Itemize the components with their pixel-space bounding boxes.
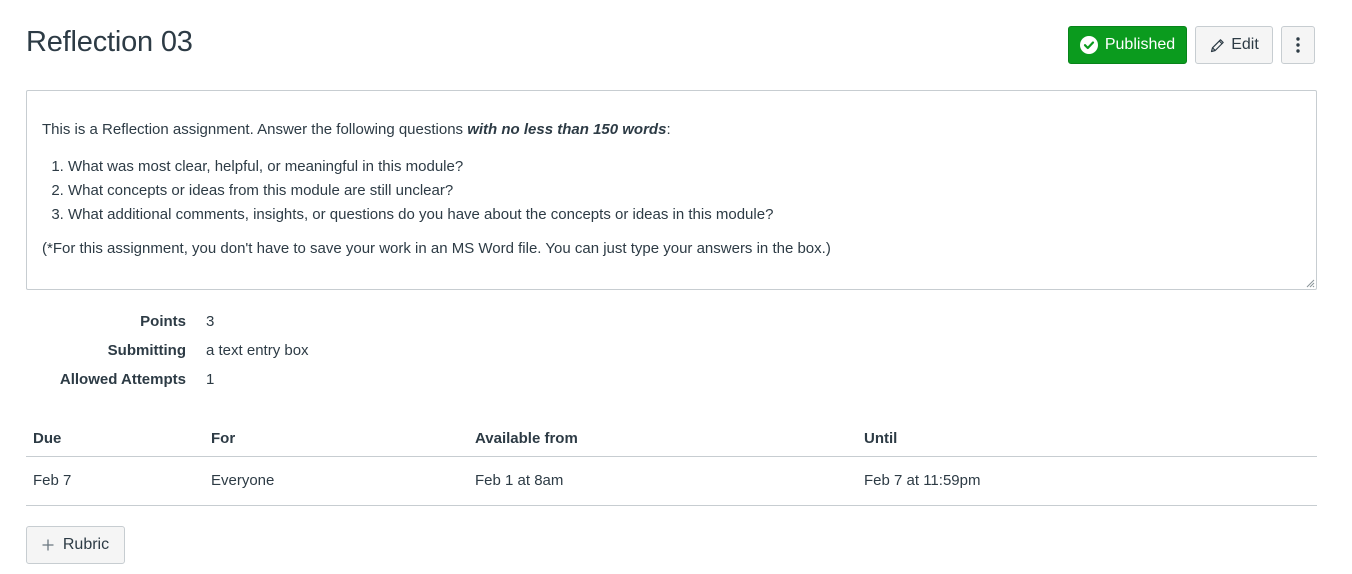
cell-available-from: Feb 1 at 8am (475, 472, 564, 489)
edit-button[interactable]: Edit (1195, 26, 1273, 64)
header-available-from: Available from (475, 430, 578, 447)
table-row: Feb 7 Everyone Feb 1 at 8am Feb 7 at 11:… (26, 457, 1317, 506)
assignment-description: This is a Reflection assignment. Answer … (26, 90, 1317, 290)
list-item: What was most clear, helpful, or meaning… (68, 155, 1301, 179)
detail-label: Submitting (107, 342, 186, 359)
detail-label: Allowed Attempts (59, 371, 186, 388)
header-due: Due (33, 430, 62, 447)
check-circle-icon (1079, 36, 1098, 54)
edit-label: Edit (1231, 36, 1259, 53)
intro-end: : (666, 121, 671, 138)
header-until: Until (864, 430, 898, 447)
intro-emphasis: with no less than 150 words (467, 121, 667, 138)
kebab-vertical-icon (1296, 37, 1300, 53)
description-note: (*For this assignment, you don't have to… (42, 240, 831, 257)
plus-icon (42, 539, 54, 551)
published-label: Published (1104, 36, 1176, 53)
detail-value: 3 (206, 313, 215, 330)
resize-handle-icon[interactable] (1305, 278, 1315, 288)
add-rubric-button[interactable]: Rubric (26, 526, 125, 564)
page-title: Reflection 03 (26, 26, 193, 58)
cell-due: Feb 7 (33, 472, 72, 489)
description-intro: This is a Reflection assignment. Answer … (42, 120, 1301, 140)
published-button[interactable]: Published (1068, 26, 1187, 64)
table-header: Due For Available from Until (26, 420, 1317, 457)
pencil-icon (1211, 38, 1225, 52)
detail-value: 1 (206, 371, 215, 388)
list-item: What concepts or ideas from this module … (68, 179, 1301, 203)
more-options-button[interactable] (1281, 26, 1315, 64)
header-for: For (211, 430, 236, 447)
questions-list: What was most clear, helpful, or meaning… (42, 155, 1301, 227)
list-item: What additional comments, insights, or q… (68, 203, 1301, 227)
cell-until: Feb 7 at 11:59pm (864, 472, 981, 489)
detail-value: a text entry box (206, 342, 309, 359)
detail-label: Points (140, 313, 186, 330)
cell-for: Everyone (211, 472, 275, 489)
rubric-label: Rubric (62, 536, 110, 553)
intro-text: This is a Reflection assignment. Answer … (42, 121, 468, 138)
dates-table: Due For Available from Until Feb 7 Every… (26, 420, 1317, 506)
